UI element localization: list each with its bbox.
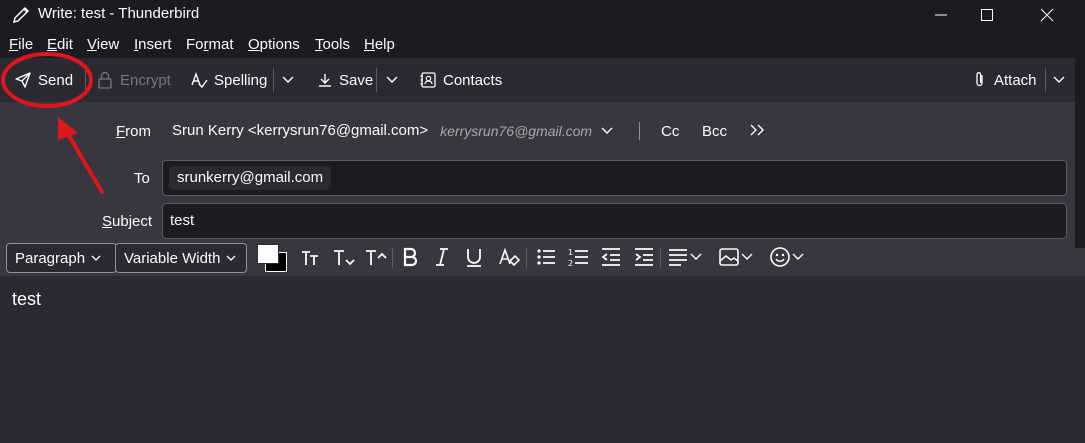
- annotation-circle: [1, 52, 93, 108]
- annotation-overlay: [1, 52, 104, 194]
- annotation-arrow-shaft: [66, 132, 104, 194]
